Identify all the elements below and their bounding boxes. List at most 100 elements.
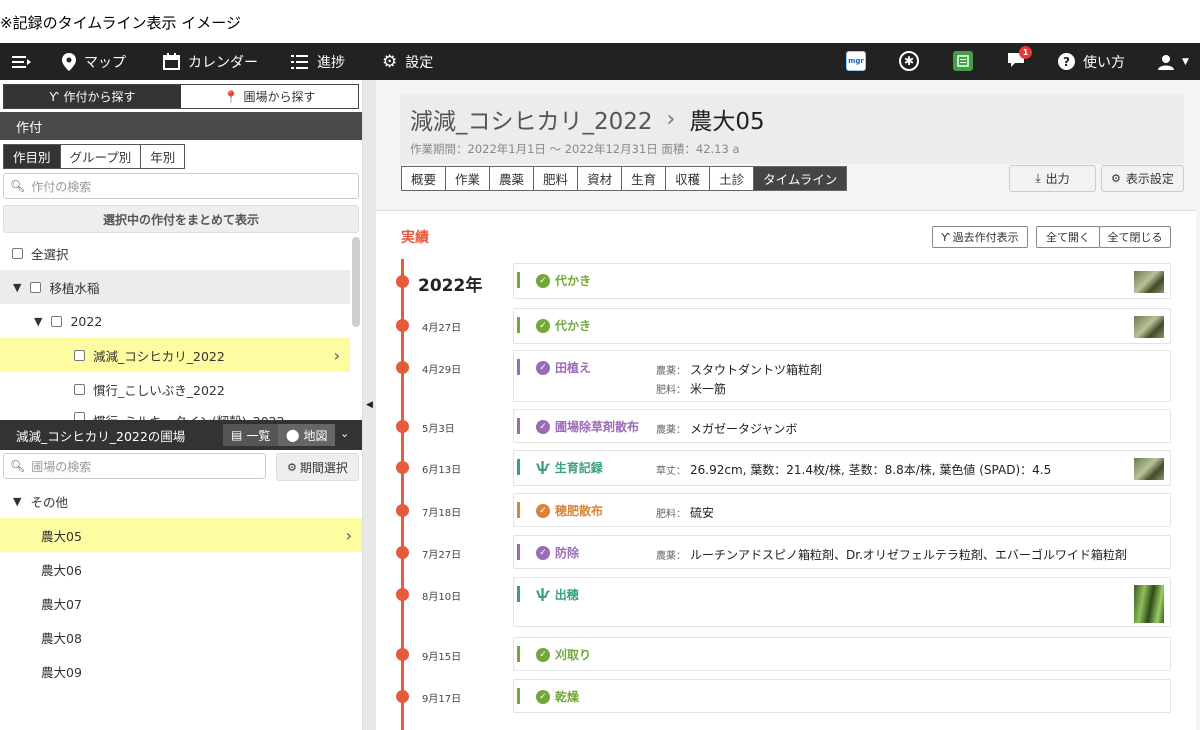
asterisk-app-icon[interactable]: ✱ xyxy=(899,51,919,71)
menu-toggle-button[interactable] xyxy=(12,43,32,80)
crop-list-scrollbar[interactable] xyxy=(352,237,360,327)
expand-triangle-icon[interactable]: ▼ xyxy=(34,315,42,328)
detail-label: 農薬： xyxy=(656,425,686,436)
select-all-checkbox[interactable] xyxy=(12,247,23,259)
card-accent-bar xyxy=(517,272,520,288)
expand-triangle-icon[interactable]: ▼ xyxy=(13,281,21,294)
tree-item-crop-plan[interactable]: 減減_コシヒカリ_2022 › xyxy=(0,338,350,372)
nav-progress[interactable]: 進捗 xyxy=(291,43,345,80)
right-panel: 減減_コシヒカリ_2022 › 農大05 作業期間：2022年1月1日 〜 20… xyxy=(376,80,1200,730)
check-circle-icon: ✓ xyxy=(536,273,550,288)
crop-plan-checkbox[interactable] xyxy=(74,349,85,361)
timeline-card[interactable]: ✓ 代かき xyxy=(513,308,1171,344)
tab-growth[interactable]: 生育 xyxy=(621,166,667,191)
field-item[interactable]: 農大05 › xyxy=(0,518,362,552)
select-all-row[interactable]: 全選択 xyxy=(0,236,350,270)
timeline-card[interactable]: ✓ 圃場除草剤散布 農薬： メガゼータジャンボ xyxy=(513,409,1171,443)
field-item[interactable]: 農大06 xyxy=(0,552,362,586)
export-button[interactable]: ⤓ 出力 xyxy=(1009,165,1096,192)
tree-item-crop-plan[interactable]: 慣行_ミルキークイン(籾殻)_2022 xyxy=(0,406,350,420)
timeline-card[interactable]: ✓ 穂肥散布 肥料： 硫安 xyxy=(513,493,1171,527)
card-detail: 肥料： 硫安 xyxy=(656,504,714,521)
panel-splitter[interactable]: ◀ xyxy=(362,80,376,730)
expand-triangle-icon[interactable]: ▼ xyxy=(13,495,21,508)
timeline-card[interactable]: ✓ 防除 農薬： ルーチンアドスピノ箱粒剤、Dr.オリゼフェルテラ粒剤、エバーゴルワイ… xyxy=(513,535,1171,569)
timeline-card[interactable]: ✓ 乾燥 xyxy=(513,679,1171,713)
expand-all-button[interactable]: 全て開く xyxy=(1036,226,1100,248)
photo-thumbnail[interactable] xyxy=(1134,271,1164,293)
tree-node-crop[interactable]: ▼ 移植水稲 xyxy=(0,270,350,304)
timeline-card[interactable]: ✓ 刈取り xyxy=(513,637,1171,671)
mgr-app-icon[interactable]: mgr xyxy=(846,51,866,71)
question-circle-icon: ? xyxy=(1058,53,1075,70)
chevron-down-icon[interactable]: ⌄ xyxy=(340,427,349,440)
card-accent-bar xyxy=(517,359,520,375)
tab-work[interactable]: 作業 xyxy=(445,166,491,191)
crop-header: 減減_コシヒカリ_2022 › 農大05 作業期間：2022年1月1日 〜 20… xyxy=(400,94,1184,164)
work-period-text: 作業期間：2022年1月1日 〜 2022年12月31日 面積：42.13 a xyxy=(410,142,740,156)
crop-plan-checkbox[interactable] xyxy=(74,412,85,420)
nav-map[interactable]: マップ xyxy=(62,43,126,80)
tab-by-crop-type[interactable]: 作目別 xyxy=(3,144,61,169)
tab-timeline[interactable]: タイムライン xyxy=(753,166,848,191)
timeline-card[interactable]: ѱ 生育記録 草丈： 26.92cm, 葉数：21.4枚/株, 茎数：8.8本/株, … xyxy=(513,450,1171,486)
field-group-other[interactable]: ▼ その他 xyxy=(0,484,350,518)
card-title-label: 代かき xyxy=(555,274,592,288)
tab-fertilizer[interactable]: 肥料 xyxy=(533,166,579,191)
tab-soil[interactable]: 土診 xyxy=(709,166,755,191)
nav-calendar[interactable]: カレンダー xyxy=(163,43,258,80)
tree-item-crop-plan[interactable]: 慣行_こしいぶき_2022 xyxy=(0,372,350,406)
crop-checkbox[interactable] xyxy=(30,281,42,293)
tab-pesticide[interactable]: 農薬 xyxy=(489,166,535,191)
tab-overview[interactable]: 概要 xyxy=(401,166,447,191)
photo-thumbnail[interactable] xyxy=(1134,585,1164,623)
show-selected-crops-button[interactable]: 選択中の作付をまとめて表示 xyxy=(3,205,359,233)
crop-grouping-tabs: 作目別 グループ別 年別 xyxy=(3,144,186,169)
period-select-button[interactable]: ⚙ 期間選択 xyxy=(276,453,359,481)
field-item[interactable]: 農大07 xyxy=(0,586,362,620)
detail-value: メガゼータジャンボ xyxy=(690,422,798,436)
tree-node-year[interactable]: ▼ 2022 xyxy=(0,304,350,338)
timeline-dot xyxy=(396,319,409,332)
tab-by-group[interactable]: グループ別 xyxy=(59,144,142,169)
fields-map-button[interactable]: ⬤ 地図 xyxy=(278,424,336,446)
tab-harvest[interactable]: 収穫 xyxy=(665,166,711,191)
tab-materials[interactable]: 資材 xyxy=(577,166,623,191)
crop-plan-checkbox[interactable] xyxy=(74,383,85,395)
card-detail: 草丈： 26.92cm, 葉数：21.4枚/株, 茎数：8.8本/株, 葉色値 (… xyxy=(656,461,1051,478)
timeline-card[interactable]: ✓ 代かき xyxy=(513,263,1171,299)
tab-by-year[interactable]: 年別 xyxy=(140,144,186,169)
display-settings-button[interactable]: ⚙ 表示設定 xyxy=(1101,165,1184,192)
card-title: ✓ 代かき xyxy=(536,272,591,289)
results-section-title: 実績 xyxy=(401,230,429,246)
card-accent-bar xyxy=(517,317,520,333)
field-item[interactable]: 農大08 xyxy=(0,620,362,654)
detail-value: 26.92cm, 葉数：21.4枚/株, 茎数：8.8本/株, 葉色値 (SPA… xyxy=(690,463,1052,477)
field-search-input[interactable]: 🔍︎ 圃場の検索 xyxy=(3,453,266,479)
search-by-field-button[interactable]: 📍 圃場から探す xyxy=(181,85,358,108)
photo-thumbnail[interactable] xyxy=(1134,316,1164,338)
past-crops-button[interactable]: Ƴ 過去作付表示 xyxy=(932,226,1028,248)
user-menu-button[interactable]: ▼ xyxy=(1158,43,1189,80)
notification-button[interactable]: 1 xyxy=(1006,46,1032,71)
timeline-card[interactable]: ✓ 田植え 農薬： スタウトダントツ箱粒剤 肥料： 米一筋 xyxy=(513,350,1171,402)
breadcrumb-crop[interactable]: 減減_コシヒカリ_2022 xyxy=(410,102,653,136)
help-button[interactable]: ? 使い方 xyxy=(1058,43,1125,80)
book-app-icon[interactable] xyxy=(953,51,973,71)
fields-list-button[interactable]: ▤ 一覧 xyxy=(223,424,279,446)
crop-search-input[interactable]: 🔍︎ 作付の検索 xyxy=(3,173,359,199)
search-by-crop-label: 作付から探す xyxy=(63,90,136,104)
card-title-label: 出穂 xyxy=(554,588,579,602)
field-item[interactable]: 農大09 xyxy=(0,654,362,688)
period-select-label: 期間選択 xyxy=(299,460,348,475)
collapse-left-icon[interactable]: ◀ xyxy=(366,400,373,410)
collapse-all-button[interactable]: 全て閉じる xyxy=(1099,226,1171,248)
search-by-crop-button[interactable]: Ƴ 作付から探す xyxy=(4,85,181,108)
year-checkbox[interactable] xyxy=(51,315,63,327)
timeline-date: 9月15日 xyxy=(422,652,462,663)
timeline-dot xyxy=(396,588,409,601)
photo-thumbnail[interactable] xyxy=(1134,458,1164,480)
chevron-right-icon: › xyxy=(333,345,340,365)
nav-settings[interactable]: ⚙ 設定 xyxy=(382,43,433,80)
timeline-card[interactable]: ѱ 出穂 xyxy=(513,577,1171,627)
